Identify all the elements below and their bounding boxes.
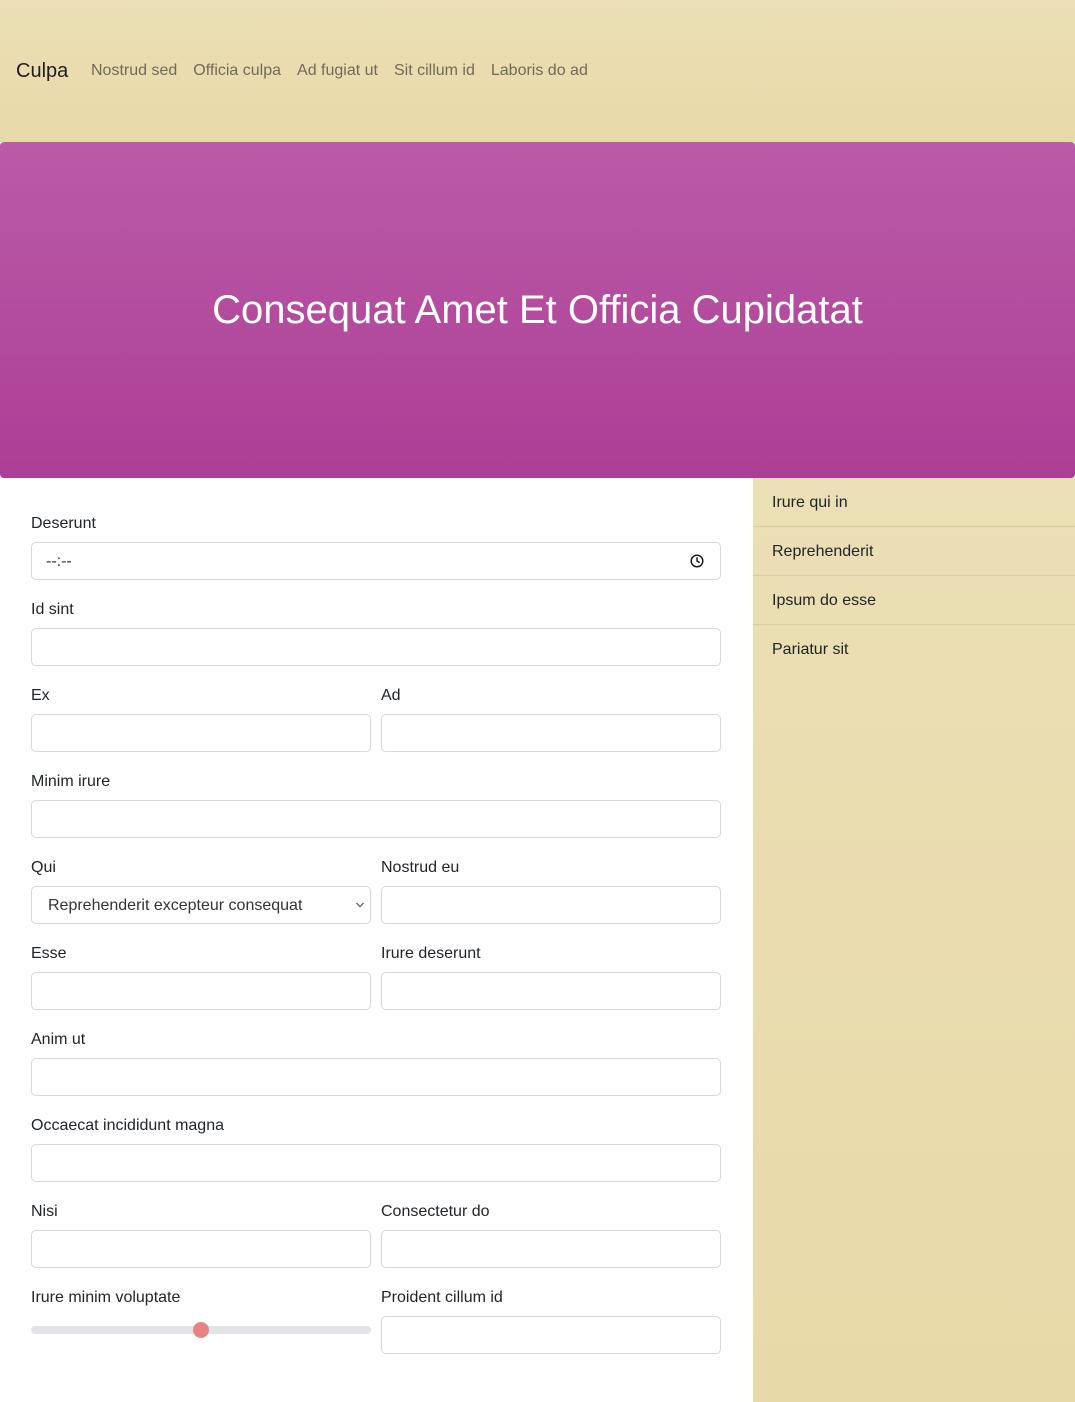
id-sint-label: Id sint	[31, 601, 74, 618]
deserunt-time-input[interactable]: --:--	[31, 542, 721, 580]
anim-ut-input[interactable]	[31, 1058, 721, 1096]
irure-deserunt-label: Irure deserunt	[381, 945, 481, 962]
consectetur-do-input[interactable]	[381, 1230, 721, 1268]
ad-label: Ad	[381, 687, 401, 704]
sidebar-item-reprehenderit[interactable]: Reprehenderit	[753, 527, 1075, 576]
nav-link-nostrud-sed[interactable]: Nostrud sed	[91, 61, 177, 81]
esse-input[interactable]	[31, 972, 371, 1010]
nav-links: Nostrud sed Officia culpa Ad fugiat ut S…	[91, 61, 588, 81]
qui-label: Qui	[31, 859, 56, 876]
nav-link-sit-cillum-id[interactable]: Sit cillum id	[394, 61, 475, 81]
hero-banner: Consequat Amet Et Officia Cupidatat	[0, 142, 1075, 478]
irure-minim-label: Irure minim voluptate	[31, 1289, 181, 1306]
sidebar-item-pariatur-sit[interactable]: Pariatur sit	[753, 625, 1075, 674]
irure-deserunt-input[interactable]	[381, 972, 721, 1010]
top-navbar: Culpa Nostrud sed Officia culpa Ad fugia…	[0, 0, 1075, 142]
sidebar-item-irure-qui-in[interactable]: Irure qui in	[753, 478, 1075, 527]
nav-link-laboris-do-ad[interactable]: Laboris do ad	[491, 61, 588, 81]
occaecat-input[interactable]	[31, 1144, 721, 1182]
nav-link-officia-culpa[interactable]: Officia culpa	[193, 61, 281, 81]
ex-input[interactable]	[31, 714, 371, 752]
nostrud-eu-label: Nostrud eu	[381, 859, 460, 876]
proident-label: Proident cillum id	[381, 1289, 503, 1306]
ad-input[interactable]	[381, 714, 721, 752]
nav-link-ad-fugiat-ut[interactable]: Ad fugiat ut	[297, 61, 378, 81]
proident-input[interactable]	[381, 1316, 721, 1354]
ex-label: Ex	[31, 687, 50, 704]
deserunt-time-value: --:--	[46, 553, 72, 570]
occaecat-label: Occaecat incididunt magna	[31, 1117, 224, 1134]
nisi-input[interactable]	[31, 1230, 371, 1268]
deserunt-label: Deserunt	[31, 515, 96, 532]
chevron-down-icon	[356, 902, 364, 908]
brand-logo[interactable]: Culpa	[16, 59, 68, 83]
nisi-label: Nisi	[31, 1203, 58, 1220]
minim-irure-input[interactable]	[31, 800, 721, 838]
nostrud-eu-input[interactable]	[381, 886, 721, 924]
minim-irure-label: Minim irure	[31, 773, 111, 790]
qui-selected-value: Reprehenderit excepteur consequat	[48, 897, 303, 914]
consectetur-do-label: Consectetur do	[381, 1203, 490, 1220]
qui-select[interactable]: Reprehenderit excepteur consequat	[31, 886, 371, 924]
slider-thumb[interactable]	[193, 1322, 209, 1338]
irure-minim-slider[interactable]	[31, 1322, 371, 1338]
sidebar: Irure qui in Reprehenderit Ipsum do esse…	[753, 478, 1075, 1402]
id-sint-input[interactable]	[31, 628, 721, 666]
anim-ut-label: Anim ut	[31, 1031, 86, 1048]
clock-icon[interactable]	[690, 554, 704, 568]
hero-title: Consequat Amet Et Officia Cupidatat	[212, 288, 863, 332]
sidebar-item-ipsum-do-esse[interactable]: Ipsum do esse	[753, 576, 1075, 625]
esse-label: Esse	[31, 945, 67, 962]
